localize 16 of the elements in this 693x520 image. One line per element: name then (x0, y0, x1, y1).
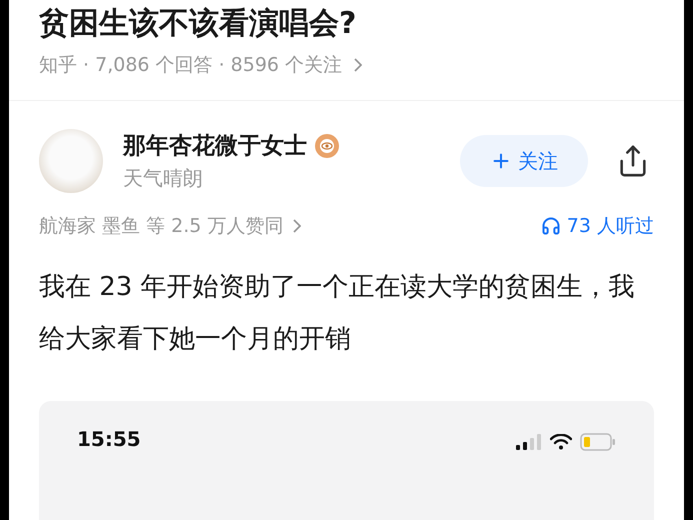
headphones-icon (540, 216, 561, 236)
chevron-icon (293, 219, 302, 233)
wifi-icon (550, 434, 572, 450)
upvote-summary-link[interactable]: 航海家 墨鱼 等 2.5 万人赞同 (39, 213, 302, 239)
follow-button[interactable]: 关注 (460, 135, 588, 187)
signal-icon (516, 434, 542, 450)
question-title: 贫困生该不该看演唱会? (39, 5, 358, 43)
battery-icon (580, 433, 616, 451)
listen-count[interactable]: 73 人听过 (540, 213, 654, 239)
author-name[interactable]: 那年杏花微于女士 (123, 130, 307, 161)
question-meta: 知乎 · 7,086 个回答 · 8596 个关注 (39, 53, 342, 78)
answer-text: 我在 23 年开始资助了一个正在读大学的贫困生，我给大家看下她一个月的开销 (39, 271, 636, 356)
status-time: 15:55 (77, 427, 141, 451)
eye-badge-icon (315, 134, 339, 158)
chevron-icon[interactable] (354, 58, 362, 72)
author-bio: 天气晴朗 (123, 165, 204, 192)
